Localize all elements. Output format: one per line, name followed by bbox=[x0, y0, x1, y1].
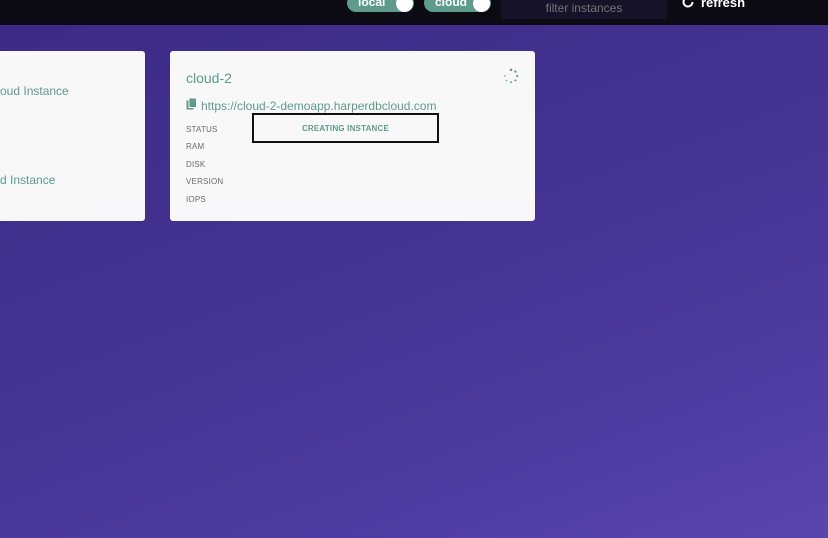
status-value: CREATING INSTANCE bbox=[301, 123, 390, 133]
instance-url[interactable]: https://cloud-2-demoapp.harperdbcloud.co… bbox=[201, 99, 436, 113]
top-bar: local cloud refresh bbox=[0, 0, 828, 25]
toggle-cloud-label: cloud bbox=[435, 0, 467, 9]
instance-title: cloud-2 bbox=[186, 70, 232, 86]
partial-card-line-2: d Instance bbox=[0, 173, 56, 187]
toggle-local-label: local bbox=[358, 0, 386, 9]
toggle-local[interactable]: local bbox=[347, 0, 414, 12]
refresh-button[interactable]: refresh bbox=[681, 0, 745, 11]
instance-url-row[interactable]: https://cloud-2-demoapp.harperdbcloud.co… bbox=[186, 97, 436, 113]
ram-label: RAM bbox=[186, 142, 205, 151]
refresh-label: refresh bbox=[701, 0, 746, 10]
copy-icon[interactable] bbox=[186, 97, 197, 113]
status-value-box: CREATING INSTANCE bbox=[252, 113, 439, 143]
toggle-local-knob[interactable] bbox=[396, 0, 413, 12]
partial-card-line-1: oud Instance bbox=[0, 84, 69, 98]
instance-card-cloud-2[interactable]: cloud-2 https://cloud-2-demoapp.harperdb… bbox=[170, 51, 535, 221]
version-label: VERSION bbox=[186, 177, 224, 186]
disk-label: DISK bbox=[186, 160, 206, 169]
spinner-icon bbox=[503, 68, 519, 84]
toggle-cloud-knob[interactable] bbox=[473, 0, 490, 12]
refresh-icon bbox=[681, 0, 695, 9]
iops-label: IOPS bbox=[186, 195, 206, 204]
toggle-cloud[interactable]: cloud bbox=[424, 0, 491, 12]
status-label: STATUS bbox=[186, 125, 218, 134]
filter-instances-input[interactable] bbox=[501, 0, 667, 19]
instance-card-partial[interactable]: oud Instance d Instance bbox=[0, 51, 145, 221]
